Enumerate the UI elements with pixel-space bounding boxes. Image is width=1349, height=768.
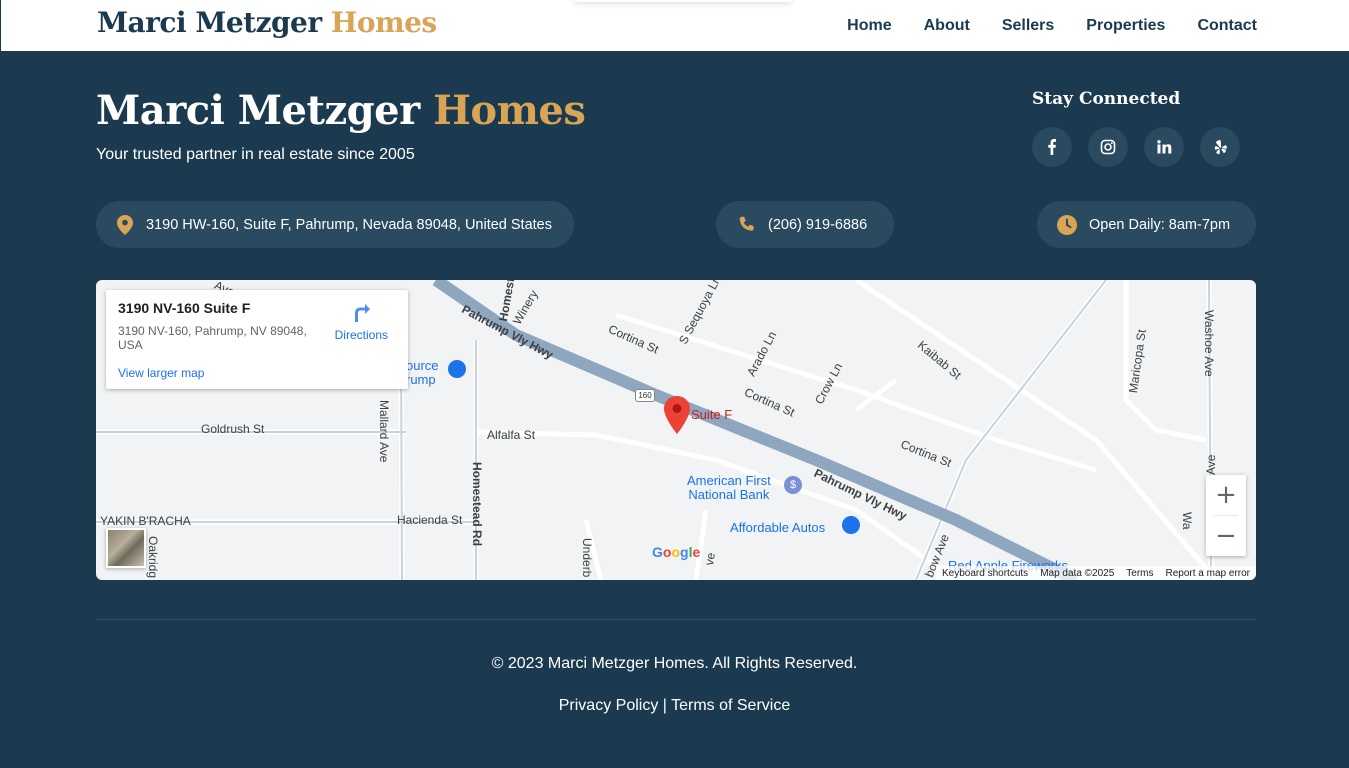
place-address: 3190 NV-160, Pahrump, NV 89048, USA	[118, 324, 307, 352]
yelp-link[interactable]	[1200, 127, 1240, 167]
street-label: Oakridg	[146, 536, 160, 579]
hero-title-main: Marci Metzger	[96, 87, 420, 134]
address-pill: 3190 HW-160, Suite F, Pahrump, Nevada 89…	[96, 201, 574, 248]
street-label: Alfalfa St	[487, 428, 536, 442]
route-shield: 160	[635, 389, 655, 402]
street-label: Wa	[1180, 512, 1194, 530]
directions-label: Directions	[334, 328, 388, 342]
clock-icon	[1057, 214, 1077, 235]
bank-line-1: American First	[687, 473, 771, 488]
facebook-link[interactable]	[1032, 127, 1072, 167]
footer-brand-title: Marci Metzger Homes	[96, 87, 586, 134]
nav-contact[interactable]: Contact	[1197, 17, 1257, 35]
street-label: Hacienda St	[397, 513, 463, 527]
phone-text: (206) 919-6886	[768, 216, 868, 233]
nav-properties[interactable]: Properties	[1086, 17, 1165, 35]
main-nav: Home About Sellers Properties Contact	[847, 0, 1257, 51]
instagram-icon	[1100, 139, 1116, 155]
street-label: Ave	[1204, 454, 1218, 475]
bank-poi-icon: $	[784, 476, 802, 494]
street-label: Mallard Ave	[377, 400, 391, 463]
map-data-text: Map data ©2025	[1040, 567, 1115, 579]
directions-button[interactable]: Directions	[335, 302, 388, 342]
street-label: Underb	[580, 538, 594, 578]
brand-logo[interactable]: Marci Metzger Homes	[97, 6, 437, 39]
legal-links: Privacy Policy | Terms of Service	[0, 697, 1349, 715]
top-shadow-bar	[573, 0, 793, 2]
yelp-icon	[1214, 140, 1227, 155]
place-label: YAKIN B'RACHA	[100, 514, 191, 528]
zoom-out-button[interactable]: −	[1206, 516, 1246, 556]
google-logo: Google	[652, 544, 701, 560]
autos-poi-label[interactable]: Affordable Autos	[730, 520, 825, 535]
nav-about[interactable]: About	[924, 17, 970, 35]
hours-pill: Open Daily: 8am-7pm	[1037, 201, 1256, 248]
bank-poi-label[interactable]: American First National Bank	[687, 474, 771, 502]
address-text: 3190 HW-160, Suite F, Pahrump, Nevada 89…	[146, 216, 552, 233]
hours-text: Open Daily: 8am-7pm	[1089, 216, 1231, 233]
directions-icon	[355, 304, 371, 322]
facebook-icon	[1048, 139, 1056, 155]
terms-of-service-link[interactable]: Terms of Service	[671, 697, 790, 714]
stay-connected-heading: Stay Connected	[1032, 89, 1181, 109]
map-marker-icon	[116, 214, 134, 235]
top-navbar: Marci Metzger Homes Home About Sellers P…	[0, 0, 1349, 51]
map-attribution: Keyboard shortcuts Map data ©2025 Terms …	[936, 566, 1256, 580]
keyboard-shortcuts-link[interactable]: Keyboard shortcuts	[942, 568, 1028, 579]
shopping-poi-icon	[448, 360, 466, 378]
location-pin-icon[interactable]	[664, 396, 690, 439]
nav-home[interactable]: Home	[847, 17, 891, 35]
bank-line-2: National Bank	[688, 487, 770, 502]
shopping-poi-icon	[842, 516, 860, 534]
view-larger-map-link[interactable]: View larger map	[118, 366, 204, 380]
embedded-map[interactable]: Goldrush St Alfalfa St Hacienda St YAKIN…	[96, 280, 1256, 580]
legal-separator: |	[662, 697, 667, 714]
street-label: Homestead Rd	[470, 462, 484, 547]
street-label: Goldrush St	[201, 422, 265, 436]
copyright-text: © 2023 Marci Metzger Homes. All Rights R…	[491, 655, 858, 672]
brand-accent: Homes	[330, 6, 437, 39]
phone-icon	[736, 215, 756, 235]
zoom-controls: + −	[1206, 475, 1246, 556]
brand-name: Marci Metzger	[97, 6, 322, 39]
poi-label: ource	[406, 358, 439, 373]
pin-label: Suite F	[691, 407, 733, 422]
instagram-link[interactable]	[1088, 127, 1128, 167]
terms-link[interactable]: Terms	[1126, 568, 1153, 579]
map-info-card: 3190 NV-160 Suite F 3190 NV-160, Pahrump…	[106, 290, 408, 389]
street-label: ve	[702, 551, 718, 567]
footer-divider	[96, 619, 1256, 620]
zoom-in-button[interactable]: +	[1206, 475, 1246, 515]
phone-pill[interactable]: (206) 919-6886	[716, 201, 894, 248]
linkedin-link[interactable]	[1144, 127, 1184, 167]
report-error-link[interactable]: Report a map error	[1166, 568, 1250, 579]
satellite-toggle[interactable]	[106, 528, 146, 568]
privacy-policy-link[interactable]: Privacy Policy	[559, 697, 659, 714]
cortina-stub	[854, 378, 898, 412]
tagline: Your trusted partner in real estate sinc…	[96, 146, 415, 163]
hero-title-accent: Homes	[433, 87, 586, 134]
social-links	[1032, 127, 1240, 167]
nav-sellers[interactable]: Sellers	[1002, 17, 1054, 35]
poi-label: rump	[406, 372, 436, 387]
linkedin-icon	[1157, 140, 1172, 154]
street-label: Washoe Ave	[1202, 310, 1216, 377]
